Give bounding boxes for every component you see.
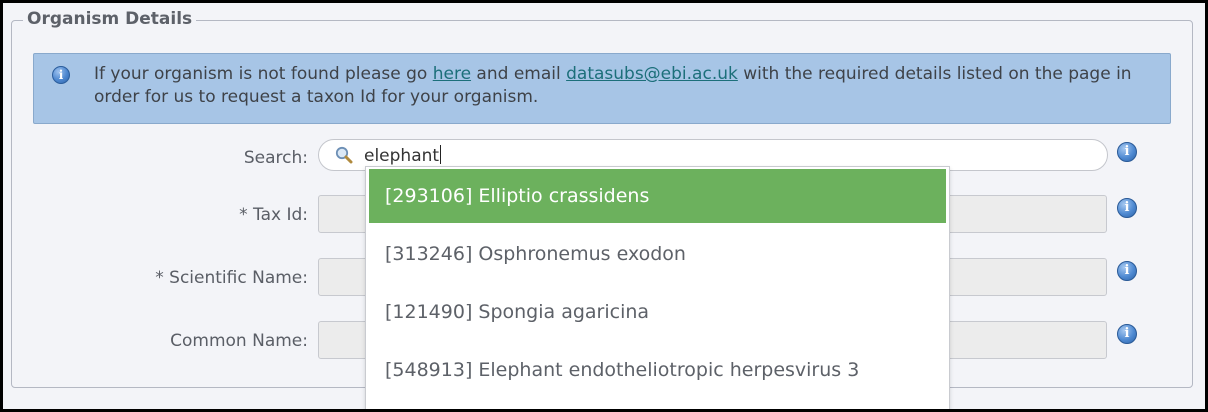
search-help-icon[interactable]: i bbox=[1117, 142, 1137, 162]
search-label: Search: bbox=[243, 148, 308, 168]
autocomplete-dropdown: [293106] Elliptio crassidens [313246] Os… bbox=[365, 166, 950, 409]
tax-id-help-icon[interactable]: i bbox=[1117, 198, 1137, 218]
info-text-middle: and email bbox=[471, 64, 567, 84]
info-message-text: If your organism is not found please go … bbox=[94, 63, 1154, 109]
fieldset-legend: Organism Details bbox=[23, 9, 197, 29]
scientific-name-help-icon[interactable]: i bbox=[1117, 261, 1137, 281]
dropdown-option[interactable]: [313246] Osphronemus exodon bbox=[369, 227, 946, 281]
dropdown-option[interactable]: [121490] Spongia agaricina bbox=[369, 285, 946, 339]
info-message-box: i If your organism is not found please g… bbox=[33, 53, 1171, 124]
dropdown-option[interactable]: [293106] Elliptio crassidens bbox=[369, 169, 946, 223]
search-value: elephant bbox=[364, 145, 442, 166]
search-icon bbox=[335, 146, 353, 164]
here-link[interactable]: here bbox=[433, 64, 471, 84]
tax-id-label: * Tax Id: bbox=[239, 205, 308, 225]
info-icon: i bbox=[52, 66, 70, 84]
email-link[interactable]: datasubs@ebi.ac.uk bbox=[566, 64, 738, 84]
dropdown-option[interactable]: [548913] Elephant endotheliotropic herpe… bbox=[369, 343, 946, 397]
text-caret bbox=[440, 145, 442, 164]
page-frame: Organism Details i If your organism is n… bbox=[3, 3, 1205, 409]
common-name-help-icon[interactable]: i bbox=[1117, 324, 1137, 344]
scientific-name-label: * Scientific Name: bbox=[155, 268, 308, 288]
common-name-label: Common Name: bbox=[170, 331, 308, 351]
info-text-before: If your organism is not found please go bbox=[94, 64, 433, 84]
